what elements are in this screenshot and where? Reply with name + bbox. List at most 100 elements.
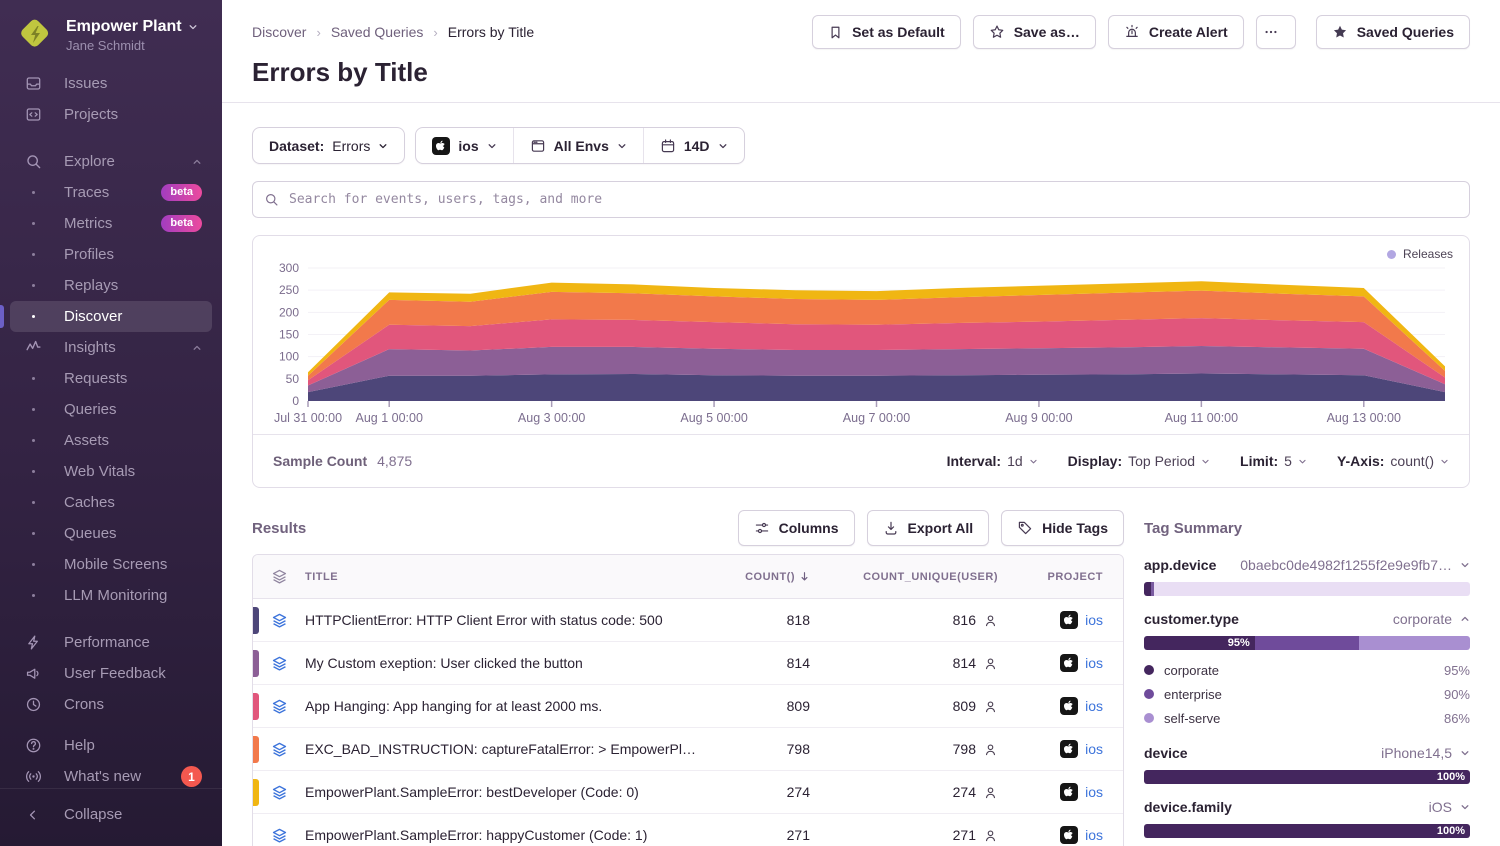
tag-value-row[interactable]: corporate95%: [1144, 658, 1470, 682]
tag-bar-segment: [1359, 636, 1470, 650]
sidebar-item-crons[interactable]: Crons: [10, 689, 212, 720]
sidebar-item-performance[interactable]: Performance: [10, 627, 212, 658]
page-header: Discover › Saved Queries › Errors by Tit…: [222, 0, 1500, 103]
sidebar-item-web-vitals[interactable]: Web Vitals: [10, 456, 212, 487]
sidebar-item-profiles[interactable]: Profiles: [10, 239, 212, 270]
tag-distribution-bar[interactable]: 95%: [1144, 636, 1470, 650]
sidebar-item-help[interactable]: Help: [10, 730, 212, 761]
tag-distribution-bar[interactable]: 100%: [1144, 770, 1470, 784]
project-link[interactable]: ios: [1085, 784, 1103, 800]
layers-icon[interactable]: [271, 698, 288, 715]
layers-icon[interactable]: [271, 784, 288, 801]
sidebar-item-issues[interactable]: Issues: [10, 68, 212, 99]
breadcrumb-separator: ›: [316, 25, 320, 40]
sidebar-item-metrics[interactable]: Metricsbeta: [10, 208, 212, 239]
layers-icon[interactable]: [271, 827, 288, 844]
layers-icon: [253, 568, 305, 585]
sidebar-item-insights[interactable]: Insights: [10, 332, 212, 363]
project-link[interactable]: ios: [1085, 698, 1103, 714]
y-axis-selector[interactable]: Y-Axis: count(): [1337, 453, 1449, 469]
chart-legend[interactable]: Releases: [1387, 247, 1453, 261]
sidebar-item-assets[interactable]: Assets: [10, 425, 212, 456]
hide-tags-button[interactable]: Hide Tags: [1001, 510, 1124, 546]
breadcrumb-saved-queries[interactable]: Saved Queries: [331, 24, 424, 40]
tag-value-row[interactable]: enterprise90%: [1144, 682, 1470, 706]
set-as-default-button[interactable]: Set as Default: [812, 15, 961, 49]
svg-text:100: 100: [279, 350, 299, 364]
row-count: 809: [713, 698, 818, 714]
row-count: 271: [713, 827, 818, 843]
sidebar-nav: IssuesProjects ExploreTracesbetaMetricsbe…: [0, 68, 222, 792]
export-all-button[interactable]: Export All: [867, 510, 990, 546]
create-alert-button[interactable]: Create Alert: [1108, 15, 1244, 49]
sidebar-item-traces[interactable]: Tracesbeta: [10, 177, 212, 208]
more-options-button[interactable]: [1256, 15, 1296, 49]
interval-selector[interactable]: Interval: 1d: [947, 453, 1038, 469]
chevron-down-icon: [188, 22, 198, 32]
column-header-count-unique[interactable]: COUNT_UNIQUE(USER): [818, 571, 998, 583]
stacked-area-chart[interactable]: 050100150200250300Jul 31 00:00Aug 1 00:0…: [253, 236, 1469, 434]
sidebar-item-explore[interactable]: Explore: [10, 146, 212, 177]
project-link[interactable]: ios: [1085, 655, 1103, 671]
sidebar-item-discover[interactable]: Discover: [10, 301, 212, 332]
user-icon: [983, 742, 998, 757]
tag-section-header[interactable]: customer.typecorporate: [1144, 608, 1470, 630]
sidebar-item-mobile-screens[interactable]: Mobile Screens: [10, 549, 212, 580]
series-color-strip: [253, 779, 259, 806]
tag-section-header[interactable]: deviceiPhone14,5: [1144, 742, 1470, 764]
display-selector[interactable]: Display: Top Period: [1068, 453, 1210, 469]
columns-button[interactable]: Columns: [738, 510, 855, 546]
save-as-button[interactable]: Save as…: [973, 15, 1096, 49]
tag-summary-title: Tag Summary: [1144, 520, 1242, 537]
layers-icon[interactable]: [271, 655, 288, 672]
sidebar-item-requests[interactable]: Requests: [10, 363, 212, 394]
layers-icon[interactable]: [271, 741, 288, 758]
date-range-filter[interactable]: 14D: [643, 128, 744, 163]
sidebar-item-user-feedback[interactable]: User Feedback: [10, 658, 212, 689]
table-row[interactable]: App Hanging: App hanging for at least 20…: [253, 685, 1123, 728]
star-filled-icon: [1332, 24, 1348, 40]
chevron-down-icon: [1201, 457, 1210, 466]
table-row[interactable]: EXC_BAD_INSTRUCTION: captureFatalError: …: [253, 728, 1123, 771]
org-switcher[interactable]: Empower Plant Jane Schmidt: [0, 0, 222, 68]
bullet-icon: [24, 408, 42, 411]
dataset-selector[interactable]: Dataset: Errors: [252, 127, 405, 164]
apple-icon: [1060, 783, 1078, 801]
table-row[interactable]: HTTPClientError: HTTP Client Error with …: [253, 599, 1123, 642]
sidebar-collapse-button[interactable]: Collapse: [10, 799, 212, 830]
project-link[interactable]: ios: [1085, 741, 1103, 757]
layers-icon[interactable]: [271, 612, 288, 629]
svg-text:Aug 13 00:00: Aug 13 00:00: [1327, 411, 1401, 425]
saved-queries-button[interactable]: Saved Queries: [1316, 15, 1470, 49]
project-link[interactable]: ios: [1085, 827, 1103, 843]
sidebar-item-projects[interactable]: Projects: [10, 99, 212, 130]
project-link[interactable]: ios: [1085, 612, 1103, 628]
sidebar-item-queues[interactable]: Queues: [10, 518, 212, 549]
insights-icon: [24, 339, 42, 356]
sidebar-item-caches[interactable]: Caches: [10, 487, 212, 518]
table-row[interactable]: EmpowerPlant.SampleError: bestDeveloper …: [253, 771, 1123, 814]
column-header-project[interactable]: PROJECT: [998, 571, 1123, 583]
table-row[interactable]: EmpowerPlant.SampleError: happyCustomer …: [253, 814, 1123, 846]
environment-filter[interactable]: All Envs: [513, 128, 643, 163]
column-header-title[interactable]: TITLE: [305, 571, 713, 583]
project-filter[interactable]: ios: [416, 128, 512, 163]
tag-section-header[interactable]: device.familyiOS: [1144, 796, 1470, 818]
table-row[interactable]: My Custom exeption: User clicked the but…: [253, 642, 1123, 685]
search-input[interactable]: [252, 181, 1470, 218]
sidebar-item-replays[interactable]: Replays: [10, 270, 212, 301]
tag-distribution-bar[interactable]: 100%: [1144, 824, 1470, 838]
user-icon: [983, 828, 998, 843]
tag-value: iPhone14,5: [1381, 745, 1452, 761]
sidebar-item-llm-monitoring[interactable]: LLM Monitoring: [10, 580, 212, 611]
column-header-count[interactable]: COUNT(): [713, 571, 818, 583]
svg-text:0: 0: [292, 394, 299, 408]
limit-selector[interactable]: Limit: 5: [1240, 453, 1307, 469]
tag-value-row[interactable]: self-serve86%: [1144, 706, 1470, 730]
tag-value-label: corporate: [1164, 663, 1219, 678]
sidebar-item-queries[interactable]: Queries: [10, 394, 212, 425]
tag-bar-segment: [1154, 582, 1470, 596]
breadcrumb-discover[interactable]: Discover: [252, 24, 306, 40]
tag-section-header[interactable]: app.device0baebc0de4982f1255f2e9e9fb7…: [1144, 554, 1470, 576]
tag-distribution-bar[interactable]: [1144, 582, 1470, 596]
